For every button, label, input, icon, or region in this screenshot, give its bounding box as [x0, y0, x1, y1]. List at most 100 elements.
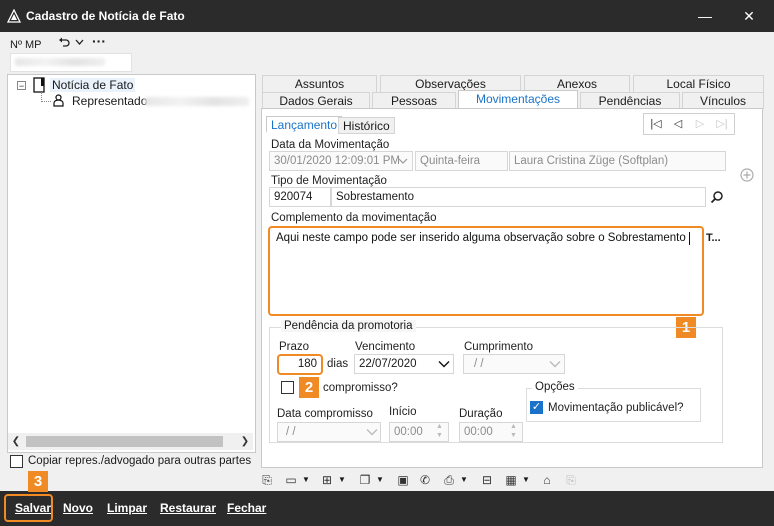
- collapse-icon[interactable]: −: [17, 81, 26, 91]
- tag-icon[interactable]: ⌂: [538, 471, 556, 489]
- tree-root-item[interactable]: Notícia de Fato: [50, 78, 136, 92]
- clipboard-icon[interactable]: ▣: [394, 471, 412, 489]
- restore-button[interactable]: Restaurar: [160, 497, 216, 519]
- chevron-down-icon[interactable]: [398, 157, 408, 165]
- scroll-left-icon[interactable]: ❮: [8, 433, 24, 450]
- chevron-down-icon[interactable]: [438, 360, 450, 368]
- phone-icon[interactable]: ✆: [416, 471, 434, 489]
- printer-icon[interactable]: ⎙: [440, 471, 458, 489]
- next-record-icon: ▷: [695, 118, 705, 130]
- subtab-lancamento[interactable]: Lançamento: [266, 116, 343, 133]
- minimize-button[interactable]: —: [682, 0, 728, 32]
- add-circle-icon[interactable]: [740, 168, 754, 182]
- chevron-down-icon[interactable]: ▼: [460, 475, 468, 484]
- chevron-down-icon[interactable]: ▼: [302, 475, 310, 484]
- pendencia-title: Pendência da promotoria: [281, 320, 416, 332]
- chevron-down-icon: [366, 429, 378, 436]
- data-compromisso-label: Data compromisso: [277, 408, 373, 420]
- cumprimento-label: Cumprimento: [464, 341, 534, 353]
- more-options-icon[interactable]: ···: [92, 33, 106, 49]
- title-bar: Cadastro de Notícia de Fato — ✕: [0, 0, 774, 32]
- first-record-icon[interactable]: |◁: [645, 115, 667, 133]
- export-icon: ⎘: [566, 473, 576, 487]
- tipo-desc-value: Sobrestamento: [336, 191, 414, 203]
- action-toolbar: ⎘ ▭ ▼ ⊞ ▼ ❐ ▼ ▣ ✆ ⎙ ▼ ⊟ ▦ ▼ ⌂ ⎘: [256, 471, 586, 491]
- user-field: Laura Cristina Züge (Softplan): [509, 151, 726, 171]
- cumprimento-value: / /: [474, 358, 484, 370]
- documents-icon[interactable]: ❐: [356, 471, 374, 489]
- tab-vinculos[interactable]: Vínculos: [682, 92, 764, 109]
- text-cursor: [689, 232, 690, 245]
- weekday-field: Quinta-feira: [415, 151, 508, 171]
- copy-record-icon[interactable]: ⎘: [258, 471, 276, 489]
- document-icon: [33, 77, 45, 93]
- print-icon[interactable]: ⊟: [478, 471, 496, 489]
- undo-icon[interactable]: [58, 36, 70, 48]
- chevron-down-icon[interactable]: [75, 38, 84, 46]
- tree-horizontal-scrollbar[interactable]: ❮ ❯: [8, 433, 253, 450]
- tab-pessoas[interactable]: Pessoas: [372, 92, 456, 109]
- mp-label: Nº MP: [10, 39, 42, 51]
- duracao-value: 00:00: [464, 426, 493, 438]
- data-movimentacao-value: 30/01/2020 12:09:01 PM: [274, 155, 400, 167]
- duracao-spinner-icon: ▲ ▼: [510, 423, 517, 439]
- complemento-text: Aqui neste campo pode ser inserido algum…: [276, 232, 686, 244]
- compromisso-checkbox[interactable]: [281, 381, 294, 394]
- tree-child-item[interactable]: Representado: [72, 94, 147, 108]
- clear-button[interactable]: Limpar: [107, 497, 147, 519]
- subtab-historico[interactable]: Histórico: [338, 117, 395, 134]
- person-icon: [53, 94, 64, 107]
- duracao-label: Duração: [459, 408, 503, 420]
- tree-panel: − Notícia de Fato Representado: [7, 74, 256, 453]
- chevron-down-icon[interactable]: ▼: [522, 475, 530, 484]
- chevron-down-icon[interactable]: ▼: [338, 475, 346, 484]
- previous-record-icon[interactable]: ◁: [667, 115, 689, 133]
- opcoes-title: Opções: [532, 381, 578, 393]
- tipo-code-value: 920074: [274, 191, 313, 203]
- callout-badge-3: 3: [28, 471, 48, 492]
- chevron-down-icon[interactable]: ▼: [376, 475, 384, 484]
- weekday-value: Quinta-feira: [420, 155, 481, 167]
- last-record-icon: ▷|: [716, 118, 728, 130]
- publicavel-checkbox[interactable]: ✓: [530, 401, 543, 414]
- data-movimentacao-field[interactable]: 30/01/2020 12:09:01 PM: [269, 151, 413, 171]
- prazo-value: 180: [297, 358, 317, 370]
- tab-dados-gerais[interactable]: Dados Gerais: [262, 92, 370, 109]
- tab-pendencias[interactable]: Pendências: [580, 92, 680, 109]
- tab-local-fisico[interactable]: Local Físico: [633, 75, 764, 92]
- tipo-desc-input[interactable]: Sobrestamento: [331, 187, 706, 207]
- publicavel-label: Movimentação publicável?: [548, 402, 684, 414]
- user-value: Laura Cristina Züge (Softplan): [514, 155, 669, 167]
- close-button[interactable]: ✕: [726, 0, 772, 32]
- prazo-label: Prazo: [279, 341, 310, 353]
- callout-badge-2: 2: [299, 377, 319, 398]
- calendar-icon[interactable]: ▦: [502, 471, 520, 489]
- mp-number-input[interactable]: [10, 53, 132, 72]
- folder-icon[interactable]: ▭: [282, 471, 300, 489]
- tree-structure-icon[interactable]: ⊞: [318, 471, 336, 489]
- tab-movimentacoes[interactable]: Movimentações: [458, 90, 578, 109]
- scrollbar-thumb[interactable]: [26, 436, 223, 447]
- prazo-input[interactable]: 180: [277, 354, 323, 375]
- chevron-down-icon: [549, 361, 561, 368]
- save-button[interactable]: Salvar: [15, 497, 51, 519]
- app-logo-icon: [7, 9, 21, 23]
- dias-label: dias: [327, 358, 349, 370]
- search-icon[interactable]: [710, 190, 724, 204]
- new-button[interactable]: Novo: [63, 497, 93, 519]
- inicio-label: Início: [389, 406, 417, 418]
- complemento-textarea[interactable]: Aqui neste campo pode ser inserido algum…: [268, 226, 704, 316]
- vencimento-value: 22/07/2020: [359, 358, 417, 370]
- tipo-code-input[interactable]: 920074: [269, 187, 331, 207]
- window-title: Cadastro de Notícia de Fato: [26, 9, 185, 23]
- complemento-overflow-text: T...: [706, 232, 721, 244]
- compromisso-label: compromisso?: [323, 382, 398, 394]
- redacted-name: [145, 97, 249, 106]
- record-navigator: |◁ ◁ ▷ ▷|: [643, 113, 735, 135]
- data-movimentacao-label: Data da Movimentação: [271, 139, 390, 151]
- tab-assuntos[interactable]: Assuntos: [262, 75, 377, 92]
- copy-representative-checkbox[interactable]: [10, 455, 23, 468]
- scroll-right-icon[interactable]: ❯: [237, 433, 253, 450]
- close-form-button[interactable]: Fechar: [227, 497, 266, 519]
- inicio-spinner-icon: ▲ ▼: [436, 423, 443, 439]
